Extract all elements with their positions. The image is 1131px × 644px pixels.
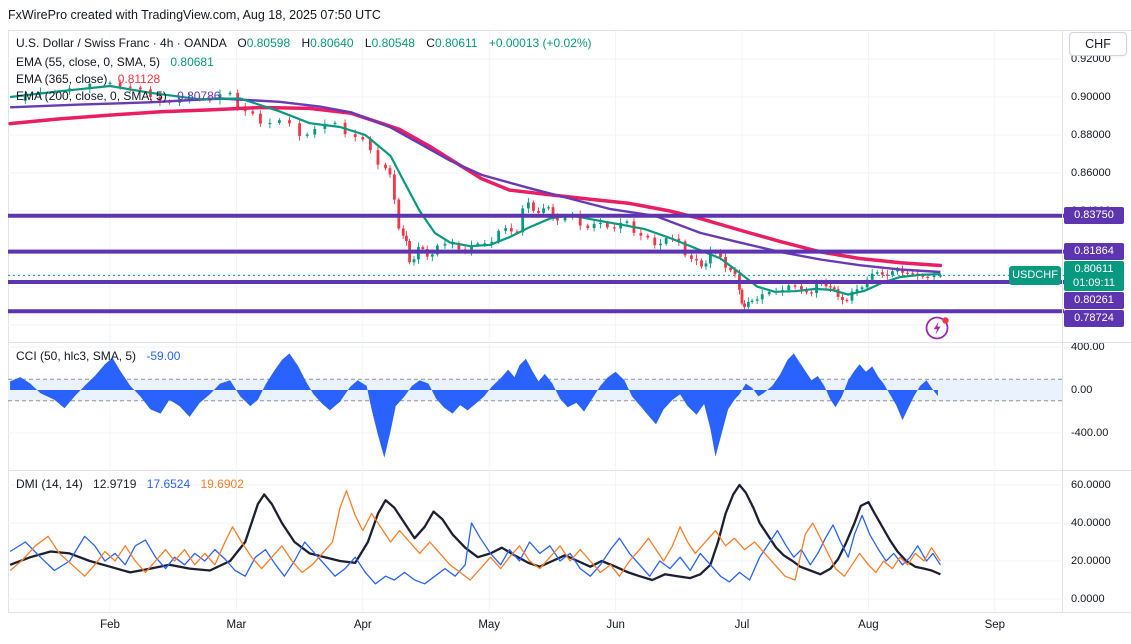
dmi-plus-di-value: 17.6524 [146, 477, 191, 491]
symbol-legend-row[interactable]: U.S. Dollar / Swiss Franc · 4h · OANDA O… [16, 36, 592, 50]
open-label: O [237, 36, 247, 50]
lightning-icon [925, 316, 949, 340]
time-axis-separator [8, 612, 1131, 613]
dmi-tick-label: 20.0000 [1071, 554, 1111, 567]
dmi-adx-value: 12.9719 [93, 477, 137, 491]
time-tick-label: Aug [858, 619, 879, 631]
ema200-value: 0.80786 [177, 89, 221, 103]
time-tick-label: Feb [100, 619, 120, 631]
time-tick-label: Jul [734, 619, 750, 631]
ema55-value: 0.80681 [170, 55, 214, 69]
close-value: 0.80611 [434, 36, 478, 50]
time-tick-label: Sep [984, 619, 1006, 631]
low-value: 0.80548 [371, 36, 415, 50]
price-pane[interactable] [8, 31, 1062, 341]
price-level-badge: 0.83750 [1064, 207, 1124, 225]
dmi-tick-label: 0.0000 [1071, 592, 1105, 605]
cci-label: CCI (50, hlc3, SMA, 5) [16, 349, 137, 363]
notification-dot [942, 317, 949, 324]
ema365-label: EMA (365, close) [16, 72, 108, 86]
pane-separator-dmi[interactable] [8, 470, 1131, 471]
price-tick-label: 0.90000 [1071, 90, 1111, 103]
dmi-pane[interactable] [8, 471, 1062, 611]
dmi-minus-di-value: 19.6902 [200, 477, 244, 491]
cci-tick-label: 0.00 [1071, 383, 1093, 396]
ema55-legend-row[interactable]: EMA (55, close, 0, SMA, 5) 0.80681 [16, 55, 214, 69]
price-axis-separator [1062, 30, 1063, 612]
price-level-badge: 0.80611 01:09:11 [1064, 261, 1124, 292]
change-value: +0.00013 (+0.02%) [488, 36, 592, 50]
cci-value: -59.00 [146, 349, 181, 363]
price-tick-label: 0.88000 [1071, 128, 1111, 141]
time-tick-label: Jun [606, 619, 625, 631]
symbol-title: U.S. Dollar / Swiss Franc · 4h · OANDA [16, 36, 227, 50]
dmi-tick-label: 40.0000 [1071, 516, 1111, 529]
watermark-text: FxWirePro created with TradingView.com, … [8, 8, 381, 22]
low-label: L [364, 36, 372, 50]
high-label: H [301, 36, 311, 50]
time-tick-label: May [478, 619, 501, 631]
currency-toggle-button[interactable]: CHF [1069, 32, 1127, 56]
dmi-legend-row[interactable]: DMI (14, 14) 12.9719 17.6524 19.6902 [16, 477, 244, 491]
price-level-badge: 0.78724 [1064, 310, 1124, 328]
dmi-tick-label: 60.0000 [1071, 478, 1111, 491]
time-tick-label: Apr [353, 619, 372, 631]
lightning-trade-icon[interactable] [924, 313, 952, 341]
price-tick-label: 0.86000 [1071, 166, 1111, 179]
current-symbol-tag: USDCHF [1009, 265, 1061, 285]
cci-tick-label: -400.00 [1071, 426, 1109, 439]
close-label: C [426, 36, 435, 50]
dmi-label: DMI (14, 14) [16, 477, 83, 491]
high-value: 0.80640 [310, 36, 354, 50]
ema365-value: 0.81128 [117, 72, 161, 86]
chart-application: FxWirePro created with TradingView.com, … [0, 0, 1131, 644]
open-value: 0.80598 [246, 36, 291, 50]
time-tick-label: Mar [226, 619, 247, 631]
time-scale[interactable] [8, 612, 1062, 644]
ema55-label: EMA (55, close, 0, SMA, 5) [16, 55, 161, 69]
ema365-legend-row[interactable]: EMA (365, close) 0.81128 [16, 72, 160, 86]
price-level-badge: 0.81864 [1064, 243, 1124, 261]
ema200-legend-row[interactable]: EMA (200, close, 0, SMA, 5) 0.80786 [16, 89, 220, 103]
cci-legend-row[interactable]: CCI (50, hlc3, SMA, 5) -59.00 [16, 349, 180, 363]
pane-separator-cci[interactable] [8, 342, 1131, 343]
price-level-badge: 0.80261 [1064, 292, 1124, 310]
ema200-label: EMA (200, close, 0, SMA, 5) [16, 89, 167, 103]
